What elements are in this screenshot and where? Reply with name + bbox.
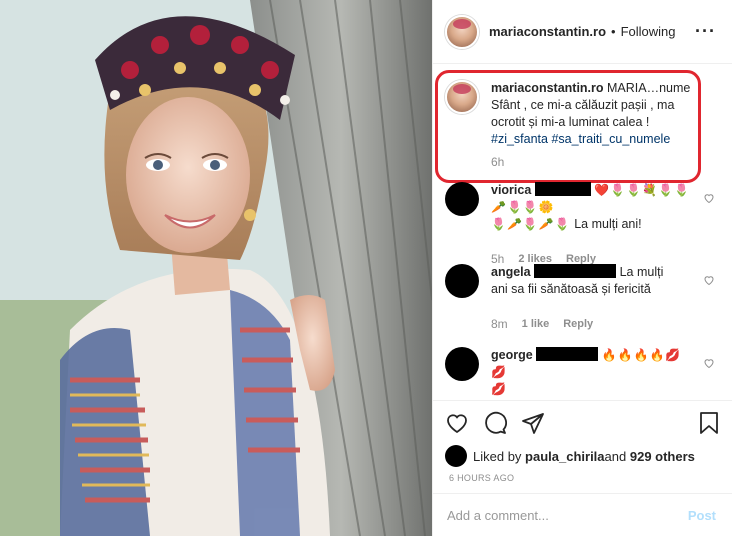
comment-text-inline: La mulți [619, 265, 664, 279]
comment-emoji-line2: 🌷🥕🌷🥕🌷 [491, 217, 571, 231]
liker-username[interactable]: paula_chirila [525, 449, 604, 464]
comment-avatar[interactable] [445, 182, 479, 216]
comment-avatar[interactable] [445, 264, 479, 298]
add-comment-input[interactable] [447, 507, 688, 523]
comments-list[interactable]: mariaconstantin.ro MARIA…nume Sfânt , ce… [433, 64, 732, 399]
likes-count[interactable]: 929 others [630, 449, 695, 464]
author-username[interactable]: mariaconstantin.ro [489, 24, 606, 39]
following-button[interactable]: Following [621, 24, 676, 39]
header-separator: • [611, 24, 616, 39]
action-icons [433, 401, 732, 445]
comment-text: ani sa fii sănătoasă și fericită [491, 282, 651, 296]
likes-middle: and [604, 448, 627, 464]
redaction-bar [534, 182, 591, 196]
comment-avatar[interactable] [445, 347, 479, 381]
caption-hashtags[interactable]: #zi_sfanta #sa_traiti_cu_numele [491, 131, 691, 148]
likes-summary: Liked by paula_chirila and 929 others [433, 445, 732, 467]
caption-time: 6h [491, 155, 505, 169]
likes-prefix: Liked by [473, 448, 522, 464]
comment-username[interactable]: viorica [491, 183, 531, 197]
post-photo [0, 0, 432, 536]
comment-like-icon[interactable] [703, 357, 715, 369]
liker-avatar[interactable] [445, 445, 467, 467]
comment-like-icon[interactable] [703, 274, 715, 286]
comment-text: La mulți ani! [574, 217, 642, 231]
like-heart-icon[interactable] [445, 411, 469, 435]
comment-like-icon[interactable] [703, 192, 715, 204]
comment-username[interactable]: angela [491, 265, 531, 279]
post-comment-button[interactable]: Post [688, 508, 716, 523]
redaction-bar [536, 347, 599, 361]
caption-avatar[interactable] [445, 80, 479, 114]
comment-likes[interactable]: 1 like [522, 316, 550, 333]
comment-icon[interactable] [483, 411, 507, 435]
reply-button[interactable]: Reply [563, 316, 593, 333]
comment-username[interactable]: george [491, 348, 533, 362]
redaction-bar [534, 264, 617, 278]
comment-item: viorica ❤️🌷🌷💐🌷🌷🥕🌷🌷🌼 🌷🥕🌷🥕🌷 La mulți ani! … [445, 182, 715, 268]
comment-item: angela La mulți ani sa fii sănătoasă și … [445, 264, 715, 333]
bookmark-icon[interactable] [698, 411, 720, 435]
caption-username[interactable]: mariaconstantin.ro [491, 81, 604, 95]
post-actions: Liked by paula_chirila and 929 others 6 … [433, 400, 732, 536]
post-header: mariaconstantin.ro • Following ··· [433, 0, 732, 64]
post-side-panel: mariaconstantin.ro • Following ··· maria… [432, 0, 732, 536]
comment-time: 8m [491, 317, 508, 331]
share-icon[interactable] [521, 411, 545, 435]
author-avatar[interactable] [445, 14, 479, 49]
comment-item: george 🔥🔥🔥🔥💋💋 💋 [445, 347, 715, 398]
comment-emoji-line2: 💋 [491, 382, 507, 396]
photo-illustration [0, 0, 432, 536]
add-comment-bar: Post [433, 493, 732, 536]
more-horizontal-icon[interactable]: ··· [695, 21, 716, 42]
post-timestamp[interactable]: 6 HOURS AGO [433, 467, 732, 483]
post-caption: mariaconstantin.ro MARIA…nume Sfânt , ce… [433, 68, 701, 178]
